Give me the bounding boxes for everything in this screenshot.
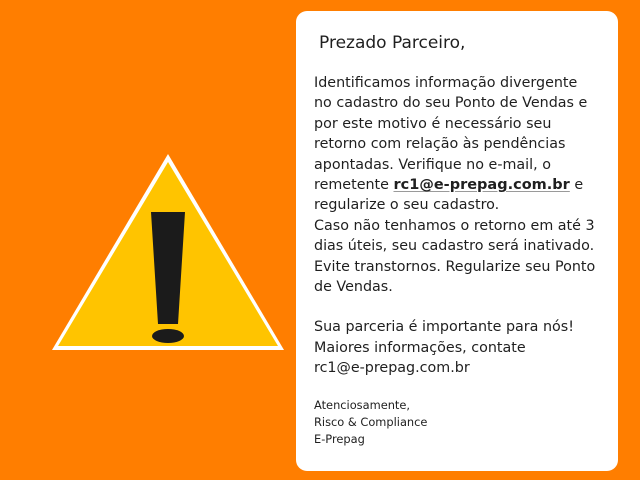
signature-line: Atenciosamente, [314,397,411,412]
signature-company: E-Prepag [314,431,365,446]
signature: Atenciosamente, Risco & Compliance E-Pre… [314,397,606,448]
message-line: no cadastro do seu Ponto de Vendas e [314,95,588,112]
message-line-suffix: e [569,177,584,194]
warning-graphic [48,150,288,354]
message-line: apontadas. Verifique no e-mail, o [314,156,551,173]
message-line: retorno com relação às pendências [314,136,566,153]
message-line-prefix: remetente [314,177,394,194]
signature-line: Risco & Compliance [314,414,428,429]
message-line: Maiores informações, contate [314,339,526,356]
message-line: Sua parceria é importante para nós! [314,319,574,336]
exclamation-dot [152,329,184,343]
greeting: Prezado Parceiro, [319,33,466,53]
sender-email-link[interactable]: rc1@e-prepag.com.br [394,177,570,193]
message-line: dias úteis, seu cadastro será inativado. [314,238,595,255]
message-line-with-email: remetente rc1@e-prepag.com.br e [314,175,606,195]
message-paragraph-1: Identificamos informação divergente no c… [314,73,606,297]
message-paragraph-2: Sua parceria é importante para nós! Maio… [314,317,606,378]
contact-email: rc1@e-prepag.com.br [314,360,470,377]
message-line: por este motivo é necessário seu [314,115,552,132]
message-line: Identificamos informação divergente [314,75,578,91]
message-line: regularize o seu cadastro. [314,197,500,214]
message-line: Caso não tenhamos o retorno em até 3 [314,217,595,234]
message-card: Prezado Parceiro, Identificamos informaç… [296,11,618,471]
warning-icon [52,154,284,350]
message-line: de Vendas. [314,279,393,296]
message-line: Evite transtornos. Regularize seu Ponto [314,258,596,275]
